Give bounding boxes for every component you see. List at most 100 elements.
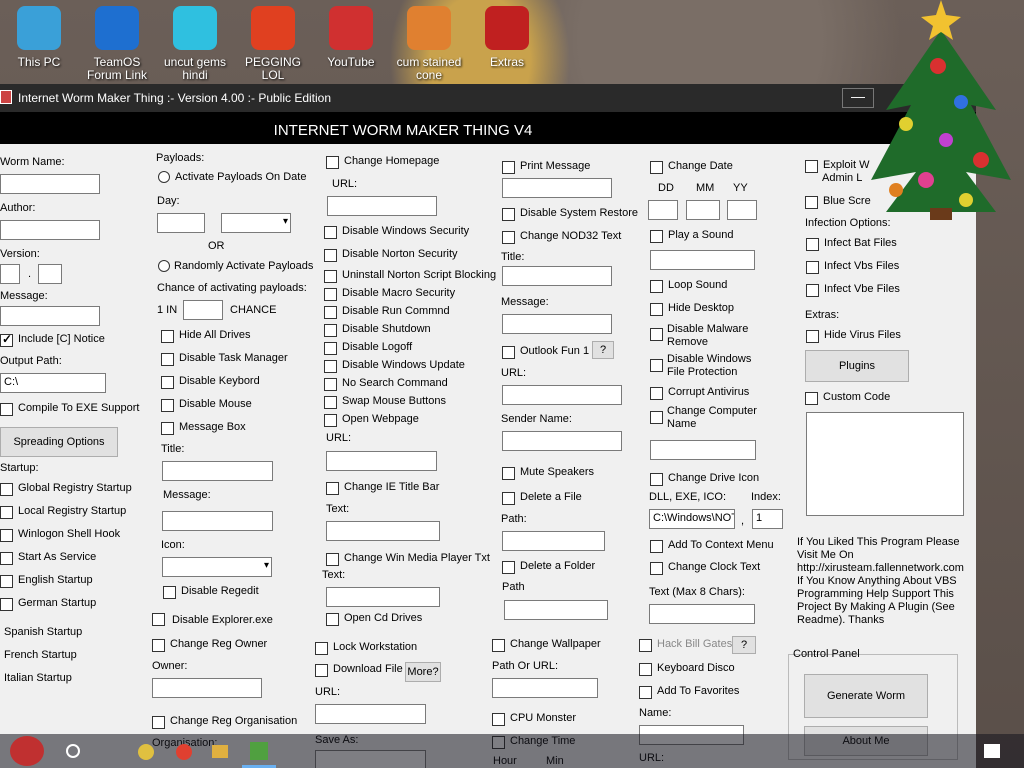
disable-wfp-checkbox[interactable]	[650, 359, 663, 372]
change-date-checkbox[interactable]	[650, 161, 663, 174]
message-input[interactable]	[0, 306, 100, 326]
infect-item-checkbox[interactable]	[806, 284, 819, 297]
spreading-options-button[interactable]: Spreading Options	[0, 427, 118, 457]
delete-folder-path-input[interactable]	[504, 600, 608, 620]
hide-virus-checkbox[interactable]	[806, 330, 819, 343]
open-cd-checkbox[interactable]	[326, 613, 339, 626]
exploit-windows-checkbox[interactable]	[805, 160, 818, 173]
payload-item-checkbox[interactable]	[161, 353, 174, 366]
payload-item-checkbox[interactable]	[161, 422, 174, 435]
drive-icon-path-input[interactable]: C:\Windows\NOT	[649, 509, 735, 529]
wmp-text-input[interactable]	[326, 587, 440, 607]
startup-item-checkbox[interactable]	[0, 506, 13, 519]
computer-name-input[interactable]	[650, 440, 756, 460]
version-minor-input[interactable]	[38, 264, 62, 284]
chrome-icon[interactable]	[138, 744, 154, 760]
desktop-icon[interactable]: uncut gems hindi	[156, 6, 234, 82]
more-button[interactable]: More?	[405, 662, 441, 682]
security-item-checkbox[interactable]	[324, 324, 337, 337]
desktop-icon[interactable]: Extras	[468, 6, 546, 69]
version-major-input[interactable]	[0, 264, 20, 284]
startup-item-checkbox[interactable]	[0, 575, 13, 588]
outlook-help-button[interactable]: ?	[592, 341, 614, 359]
browser-icon[interactable]	[176, 744, 192, 760]
disable-explorer-checkbox[interactable]	[152, 613, 165, 626]
security-item-checkbox[interactable]	[324, 360, 337, 373]
icon-index-input[interactable]: 1	[752, 509, 783, 529]
disable-malware-checkbox[interactable]	[650, 328, 663, 341]
app-taskbar-icon[interactable]	[250, 742, 268, 760]
search-icon[interactable]	[66, 744, 80, 758]
worm-name-input[interactable]	[0, 174, 100, 194]
delete-file-path-input[interactable]	[502, 531, 605, 551]
loop-sound-checkbox[interactable]	[650, 280, 663, 293]
include-notice-checkbox[interactable]	[0, 332, 13, 347]
sender-name-input[interactable]	[502, 431, 622, 451]
msgbox-icon-select[interactable]	[162, 557, 272, 577]
desktop-icon[interactable]: PEGGING LOL	[234, 6, 312, 82]
notification-icon[interactable]	[984, 744, 1000, 758]
add-favorites-checkbox[interactable]	[639, 686, 652, 699]
delete-file-checkbox[interactable]	[502, 492, 515, 505]
play-sound-checkbox[interactable]	[650, 230, 663, 243]
context-menu-checkbox[interactable]	[650, 540, 663, 553]
outlook-url-input[interactable]	[502, 385, 622, 405]
activate-date-radio[interactable]	[158, 171, 170, 183]
keyboard-disco-checkbox[interactable]	[639, 663, 652, 676]
month-select[interactable]	[221, 213, 291, 233]
blue-screen-checkbox[interactable]	[805, 196, 818, 209]
cpu-monster-checkbox[interactable]	[492, 713, 505, 726]
output-path-input[interactable]: C:\	[0, 373, 106, 393]
change-ie-title-checkbox[interactable]	[326, 482, 339, 495]
corrupt-antivirus-checkbox[interactable]	[650, 387, 663, 400]
outlook-fun-checkbox[interactable]	[502, 346, 515, 359]
sound-input[interactable]	[650, 250, 755, 270]
change-drive-icon-checkbox[interactable]	[650, 473, 663, 486]
nod32-message-input[interactable]	[502, 314, 612, 334]
print-message-input[interactable]	[502, 178, 612, 198]
hide-desktop-checkbox[interactable]	[650, 303, 663, 316]
change-wmp-checkbox[interactable]	[326, 553, 339, 566]
nod32-title-input[interactable]	[502, 266, 612, 286]
change-reg-org-checkbox[interactable]	[152, 716, 165, 729]
yy-input[interactable]	[727, 200, 757, 220]
compile-exe-checkbox[interactable]	[0, 403, 13, 416]
wallpaper-path-input[interactable]	[492, 678, 598, 698]
mute-speakers-checkbox[interactable]	[502, 467, 515, 480]
hack-bill-help-button[interactable]: ?	[732, 636, 756, 654]
clock-text-input[interactable]	[649, 604, 755, 624]
day-input[interactable]	[157, 213, 205, 233]
custom-code-checkbox[interactable]	[805, 392, 818, 405]
payload-item-checkbox[interactable]	[161, 399, 174, 412]
msgbox-title-input[interactable]	[162, 461, 273, 481]
infect-item-checkbox[interactable]	[806, 261, 819, 274]
payload-item-checkbox[interactable]	[161, 330, 174, 343]
security-item-checkbox[interactable]	[324, 306, 337, 319]
startup-item-checkbox[interactable]	[0, 529, 13, 542]
ie-text-input[interactable]	[326, 521, 440, 541]
desktop-icon[interactable]: YouTube	[312, 6, 390, 69]
delete-folder-checkbox[interactable]	[502, 561, 515, 574]
infect-item-checkbox[interactable]	[806, 238, 819, 251]
generate-worm-button[interactable]: Generate Worm	[804, 674, 928, 718]
security-item-checkbox[interactable]	[324, 226, 337, 239]
security-item-checkbox[interactable]	[324, 414, 337, 427]
security-item-checkbox[interactable]	[324, 342, 337, 355]
disable-regedit-checkbox[interactable]	[163, 586, 176, 599]
change-comp-name-checkbox[interactable]	[650, 411, 663, 424]
clock-text-checkbox[interactable]	[650, 562, 663, 575]
desktop-icon[interactable]: This PC	[0, 6, 78, 69]
startup-item-checkbox[interactable]	[0, 483, 13, 496]
custom-code-textarea[interactable]	[806, 412, 964, 516]
download-file-checkbox[interactable]	[315, 664, 328, 677]
random-activate-radio[interactable]	[158, 260, 170, 272]
change-wallpaper-checkbox[interactable]	[492, 639, 505, 652]
security-item-checkbox[interactable]	[324, 396, 337, 409]
security-item-checkbox[interactable]	[324, 249, 337, 262]
plugins-button[interactable]: Plugins	[805, 350, 909, 382]
webpage-url-input[interactable]	[326, 451, 437, 471]
print-message-checkbox[interactable]	[502, 161, 515, 174]
owner-input[interactable]	[152, 678, 262, 698]
startup-item-checkbox[interactable]	[0, 598, 13, 611]
change-homepage-checkbox[interactable]	[326, 156, 339, 169]
